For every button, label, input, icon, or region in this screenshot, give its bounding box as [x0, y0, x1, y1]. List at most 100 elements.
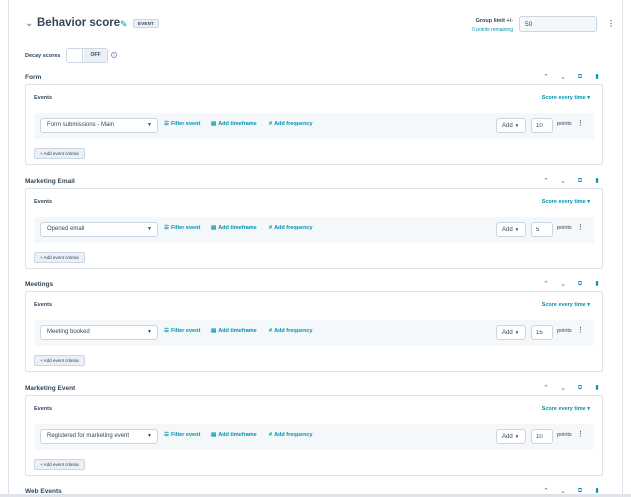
filter-event-link[interactable]: ☰ Filter event	[164, 432, 200, 438]
score-every-label: Score every time	[541, 95, 586, 101]
events-label: Events	[34, 406, 53, 412]
add-label: Add	[502, 227, 513, 233]
add-operator-dropdown[interactable]: Add ▼	[496, 118, 526, 133]
event-row: Form submissions - Main ▼ ☰ Filter event ▤…	[34, 113, 594, 139]
score-every-time-dropdown[interactable]: Score every time ▾	[542, 95, 590, 101]
chevron-up-icon[interactable]: ⌃	[541, 73, 551, 82]
add-operator-dropdown[interactable]: Add ▼	[496, 429, 526, 444]
points-input[interactable]	[531, 118, 553, 133]
filter-event-label: Filter event	[170, 225, 201, 231]
kebab-menu-icon[interactable]: ⋮	[577, 119, 584, 127]
trash-icon[interactable]: ▮	[592, 384, 602, 393]
chevron-up-icon[interactable]: ⌃	[541, 280, 551, 289]
add-frequency-link[interactable]: # Add frequency	[269, 225, 313, 231]
event-select-value: Form submissions - Main	[47, 122, 115, 128]
chevron-down-icon[interactable]: ⌄	[558, 177, 568, 186]
filter-icon: ☰	[164, 432, 169, 438]
chevron-down-icon[interactable]: ⌄	[558, 384, 568, 393]
filter-icon: ☰	[164, 225, 169, 231]
page-title: Behavior score	[37, 17, 121, 29]
event-row: Opened email ▼ ☰ Filter event ▤ Add timefra…	[34, 217, 594, 243]
add-operator-dropdown[interactable]: Add ▼	[496, 222, 526, 237]
event-select-value: Opened email	[47, 226, 85, 232]
event-select[interactable]: Meeting booked ▼	[40, 325, 158, 340]
add-timeframe-link[interactable]: ▤ Add timeframe	[211, 432, 257, 438]
score-every-time-dropdown[interactable]: Score every time ▾	[542, 302, 590, 308]
kebab-menu-icon[interactable]: ⋮	[607, 19, 615, 29]
event-select[interactable]: Registered for marketing event ▼	[40, 429, 158, 444]
events-label: Events	[34, 95, 53, 101]
add-label: Add	[502, 330, 513, 336]
points-input[interactable]	[531, 325, 553, 340]
add-timeframe-label: Add timeframe	[218, 225, 257, 231]
event-card: Events Score every time ▾ Registered for…	[25, 395, 603, 476]
add-frequency-link[interactable]: # Add frequency	[269, 121, 313, 127]
chevron-up-icon[interactable]: ⌃	[541, 384, 551, 393]
event-badge: EVENT	[133, 19, 160, 28]
event-card: Events Score every time ▾ Meeting booked…	[25, 291, 603, 372]
add-event-criteria-button[interactable]: + Add event criteria	[34, 355, 85, 366]
decay-scores-row: Decay scores OFF i	[25, 48, 145, 64]
points-input[interactable]	[531, 429, 553, 444]
add-frequency-label: Add frequency	[274, 432, 313, 438]
add-event-criteria-button[interactable]: + Add event criteria	[34, 459, 85, 470]
kebab-menu-icon[interactable]: ⋮	[577, 326, 584, 334]
clone-icon[interactable]: ⧉	[575, 280, 585, 289]
caret-down-icon: ▼	[514, 123, 520, 128]
kebab-menu-icon[interactable]: ⋮	[577, 430, 584, 438]
score-every-time-dropdown[interactable]: Score every time ▾	[542, 406, 590, 412]
add-label: Add	[502, 123, 513, 129]
calendar-icon: ▤	[211, 328, 217, 334]
decay-toggle[interactable]: OFF	[66, 48, 108, 63]
clone-icon[interactable]: ⧉	[575, 73, 585, 82]
event-select[interactable]: Form submissions - Main ▼	[40, 118, 158, 133]
add-frequency-label: Add frequency	[274, 328, 313, 334]
trash-icon[interactable]: ▮	[592, 73, 602, 82]
group-limit-input[interactable]	[519, 16, 597, 32]
filter-icon: ☰	[164, 328, 169, 334]
points-input[interactable]	[531, 222, 553, 237]
caret-down-icon: ▼	[514, 227, 520, 232]
caret-down-icon: ▼	[514, 434, 520, 439]
add-frequency-link[interactable]: # Add frequency	[269, 432, 313, 438]
add-frequency-link[interactable]: # Add frequency	[269, 328, 313, 334]
add-timeframe-link[interactable]: ▤ Add timeframe	[211, 328, 257, 334]
caret-down-icon: ▼	[147, 122, 152, 128]
toggle-knob	[67, 49, 83, 62]
add-timeframe-link[interactable]: ▤ Add timeframe	[211, 121, 257, 127]
event-select-value: Registered for marketing event	[47, 433, 130, 439]
chevron-down-icon[interactable]: ⌄	[558, 280, 568, 289]
caret-down-icon: ▼	[147, 226, 152, 232]
clone-icon[interactable]: ⧉	[575, 384, 585, 393]
filter-icon: ☰	[164, 121, 169, 127]
points-remaining-text: 0 points remaining	[472, 27, 513, 33]
filter-event-label: Filter event	[170, 328, 201, 334]
score-every-time-dropdown[interactable]: Score every time ▾	[542, 199, 590, 205]
trash-icon[interactable]: ▮	[592, 177, 602, 186]
pencil-icon[interactable]: ✎	[120, 19, 130, 29]
add-timeframe-link[interactable]: ▤ Add timeframe	[211, 225, 257, 231]
chevron-up-icon[interactable]: ⌃	[541, 177, 551, 186]
section-title: Form	[25, 74, 42, 81]
section-title: Meetings	[25, 281, 54, 288]
chevron-down-icon[interactable]: ⌄	[558, 73, 568, 82]
filter-event-link[interactable]: ☰ Filter event	[164, 225, 200, 231]
add-event-criteria-button[interactable]: + Add event criteria	[34, 148, 85, 159]
filter-event-link[interactable]: ☰ Filter event	[164, 328, 200, 334]
event-select[interactable]: Opened email ▼	[40, 222, 158, 237]
collapse-chevron-icon[interactable]: ⌄	[25, 19, 35, 29]
caret-down-icon: ▼	[147, 329, 152, 335]
kebab-menu-icon[interactable]: ⋮	[577, 223, 584, 231]
hash-icon: #	[269, 225, 273, 231]
add-event-criteria-button[interactable]: + Add event criteria	[34, 252, 85, 263]
clone-icon[interactable]: ⧉	[575, 177, 585, 186]
calendar-icon: ▤	[211, 225, 217, 231]
add-operator-dropdown[interactable]: Add ▼	[496, 325, 526, 340]
calendar-icon: ▤	[211, 121, 217, 127]
filter-event-link[interactable]: ☰ Filter event	[164, 121, 200, 127]
trash-icon[interactable]: ▮	[592, 280, 602, 289]
info-icon[interactable]: i	[111, 52, 117, 58]
points-label: points	[557, 432, 572, 438]
points-label: points	[557, 121, 572, 127]
add-timeframe-label: Add timeframe	[218, 328, 257, 334]
